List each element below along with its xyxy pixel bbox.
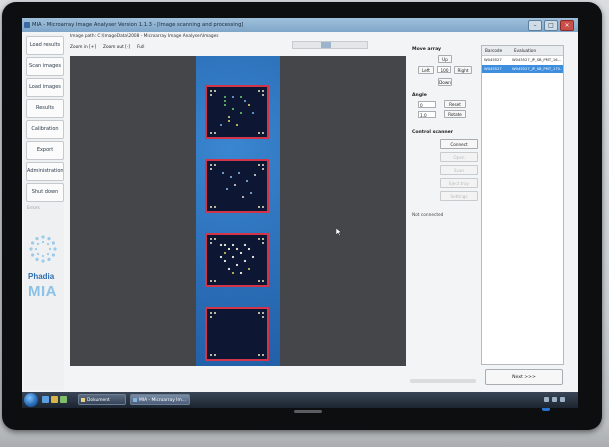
- control-panel: Move array Up Left 100 Right Down Angle …: [410, 45, 480, 395]
- nav-calibration-button[interactable]: Calibration: [26, 120, 64, 139]
- window-title: MIA - Microarray Image Analyser Version …: [32, 22, 244, 28]
- taskbar-item-label: MIA - Microarray Im...: [139, 398, 186, 403]
- monitor-brand-mark: [294, 410, 322, 413]
- spot-grid: [210, 238, 264, 282]
- nav-scan-images-button[interactable]: Scan images: [26, 57, 64, 76]
- angle-reset-button[interactable]: Reset: [444, 100, 466, 108]
- nav-administration-button[interactable]: Administration: [26, 162, 64, 181]
- left-nav: Load results Scan images Load images Res…: [24, 34, 64, 390]
- nav-load-results-button[interactable]: Load results: [26, 36, 64, 55]
- image-viewer[interactable]: [70, 56, 406, 366]
- viewer-scrollbar[interactable]: [292, 41, 368, 49]
- barcode-cell: W045527: [484, 67, 502, 71]
- nav-load-images-button[interactable]: Load images: [26, 78, 64, 97]
- barcode-cell: W045527: [484, 58, 502, 62]
- taskbar: Dokument MIA - Microarray Im...: [22, 392, 578, 408]
- zoom-out-button[interactable]: Zoom out [-]: [103, 45, 130, 53]
- mouse-cursor-icon: [336, 228, 342, 236]
- angle-step-input[interactable]: 1.0: [418, 111, 436, 118]
- tray-clock-icon[interactable]: [560, 397, 565, 402]
- window-titlebar[interactable]: MIA - Microarray Image Analyser Version …: [22, 18, 578, 32]
- app-icon: [24, 22, 30, 28]
- barcode-table: Barcode Evaluation W045527 W045527_JP_SB…: [481, 45, 564, 365]
- scanner-scan-button[interactable]: Scan: [440, 165, 478, 175]
- microarray-slide-image: [196, 56, 280, 366]
- array-well[interactable]: [205, 233, 269, 287]
- quicklaunch-desktop-icon[interactable]: [60, 396, 67, 403]
- connect-button[interactable]: Connect: [440, 139, 478, 149]
- move-left-button[interactable]: Left: [418, 66, 434, 74]
- close-icon[interactable]: ×: [560, 20, 574, 31]
- nav-results-button[interactable]: Results: [26, 99, 64, 118]
- array-well[interactable]: [205, 307, 269, 361]
- array-well[interactable]: [205, 159, 269, 213]
- nav-errors-label: Errors: [27, 206, 40, 211]
- quicklaunch-ie-icon[interactable]: [42, 396, 49, 403]
- minimize-icon[interactable]: –: [528, 20, 542, 31]
- move-up-button[interactable]: Up: [438, 55, 452, 63]
- evaluation-cell: W045527_JP_SB_PMT_16...: [512, 58, 562, 62]
- zoom-toolbar: Zoom in [+] Zoom out [-] Full: [70, 45, 144, 53]
- evaluation-cell: W045527_JP_SB_PMT_170...: [512, 67, 562, 71]
- zoom-in-button[interactable]: Zoom in [+]: [70, 45, 96, 53]
- scanner-open-button[interactable]: Open: [440, 152, 478, 162]
- spot-grid: [210, 90, 264, 134]
- angle-input[interactable]: 0: [418, 101, 436, 108]
- nav-shut-down-button[interactable]: Shut down: [26, 183, 64, 202]
- table-header: Barcode Evaluation: [482, 46, 563, 56]
- tray-volume-icon[interactable]: [552, 397, 557, 402]
- tray-network-icon[interactable]: [544, 397, 549, 402]
- app-icon: [133, 398, 137, 402]
- move-array-label: Move array: [412, 47, 442, 52]
- next-button[interactable]: Next >>>: [485, 369, 563, 385]
- logo-brand-text: Phadia: [28, 272, 55, 281]
- column-header-barcode[interactable]: Barcode: [485, 46, 502, 55]
- folder-icon: [81, 398, 85, 402]
- spot-grid: [210, 164, 264, 208]
- image-path-label: Image path: C:\ImageData\2008 - Microarr…: [70, 34, 219, 39]
- panel-scrollbar[interactable]: [410, 379, 476, 383]
- system-tray: [544, 397, 574, 402]
- window-controls: – □ ×: [528, 20, 574, 31]
- angle-label: Angle: [412, 93, 427, 98]
- monitor-bezel: MIA - Microarray Image Analyser Version …: [2, 2, 602, 430]
- table-row[interactable]: W045527 W045527_JP_SB_PMT_16...: [482, 56, 563, 64]
- zoom-full-button[interactable]: Full: [137, 45, 144, 53]
- scrollbar-thumb[interactable]: [321, 42, 331, 48]
- screen: MIA - Microarray Image Analyser Version …: [22, 18, 578, 408]
- quicklaunch-folder-icon[interactable]: [51, 396, 58, 403]
- taskbar-item-label: Dokument: [87, 398, 110, 403]
- control-scanner-label: Control scanner: [412, 130, 454, 135]
- array-well[interactable]: [205, 85, 269, 139]
- scanner-eject-button[interactable]: Eject tray: [440, 178, 478, 188]
- taskbar-item-mia[interactable]: MIA - Microarray Im...: [130, 394, 190, 405]
- logo-product-text: MIA: [28, 283, 57, 300]
- move-right-button[interactable]: Right: [454, 66, 472, 74]
- nav-export-button[interactable]: Export: [26, 141, 64, 160]
- scanner-status-text: Not connected: [412, 213, 444, 218]
- column-header-evaluation[interactable]: Evaluation: [514, 46, 536, 55]
- move-down-button[interactable]: Down: [438, 78, 452, 86]
- phadia-sunburst-icon: [29, 235, 57, 263]
- start-button-icon[interactable]: [24, 393, 38, 407]
- rotate-button[interactable]: Rotate: [444, 110, 466, 118]
- move-step-input[interactable]: 100: [437, 66, 451, 73]
- maximize-icon[interactable]: □: [544, 20, 558, 31]
- table-row[interactable]: W045527 W045527_JP_SB_PMT_170...: [482, 65, 563, 73]
- spot-grid: [210, 312, 264, 356]
- taskbar-item-dokument[interactable]: Dokument: [78, 394, 126, 405]
- scanner-settings-button[interactable]: Settings: [440, 191, 478, 201]
